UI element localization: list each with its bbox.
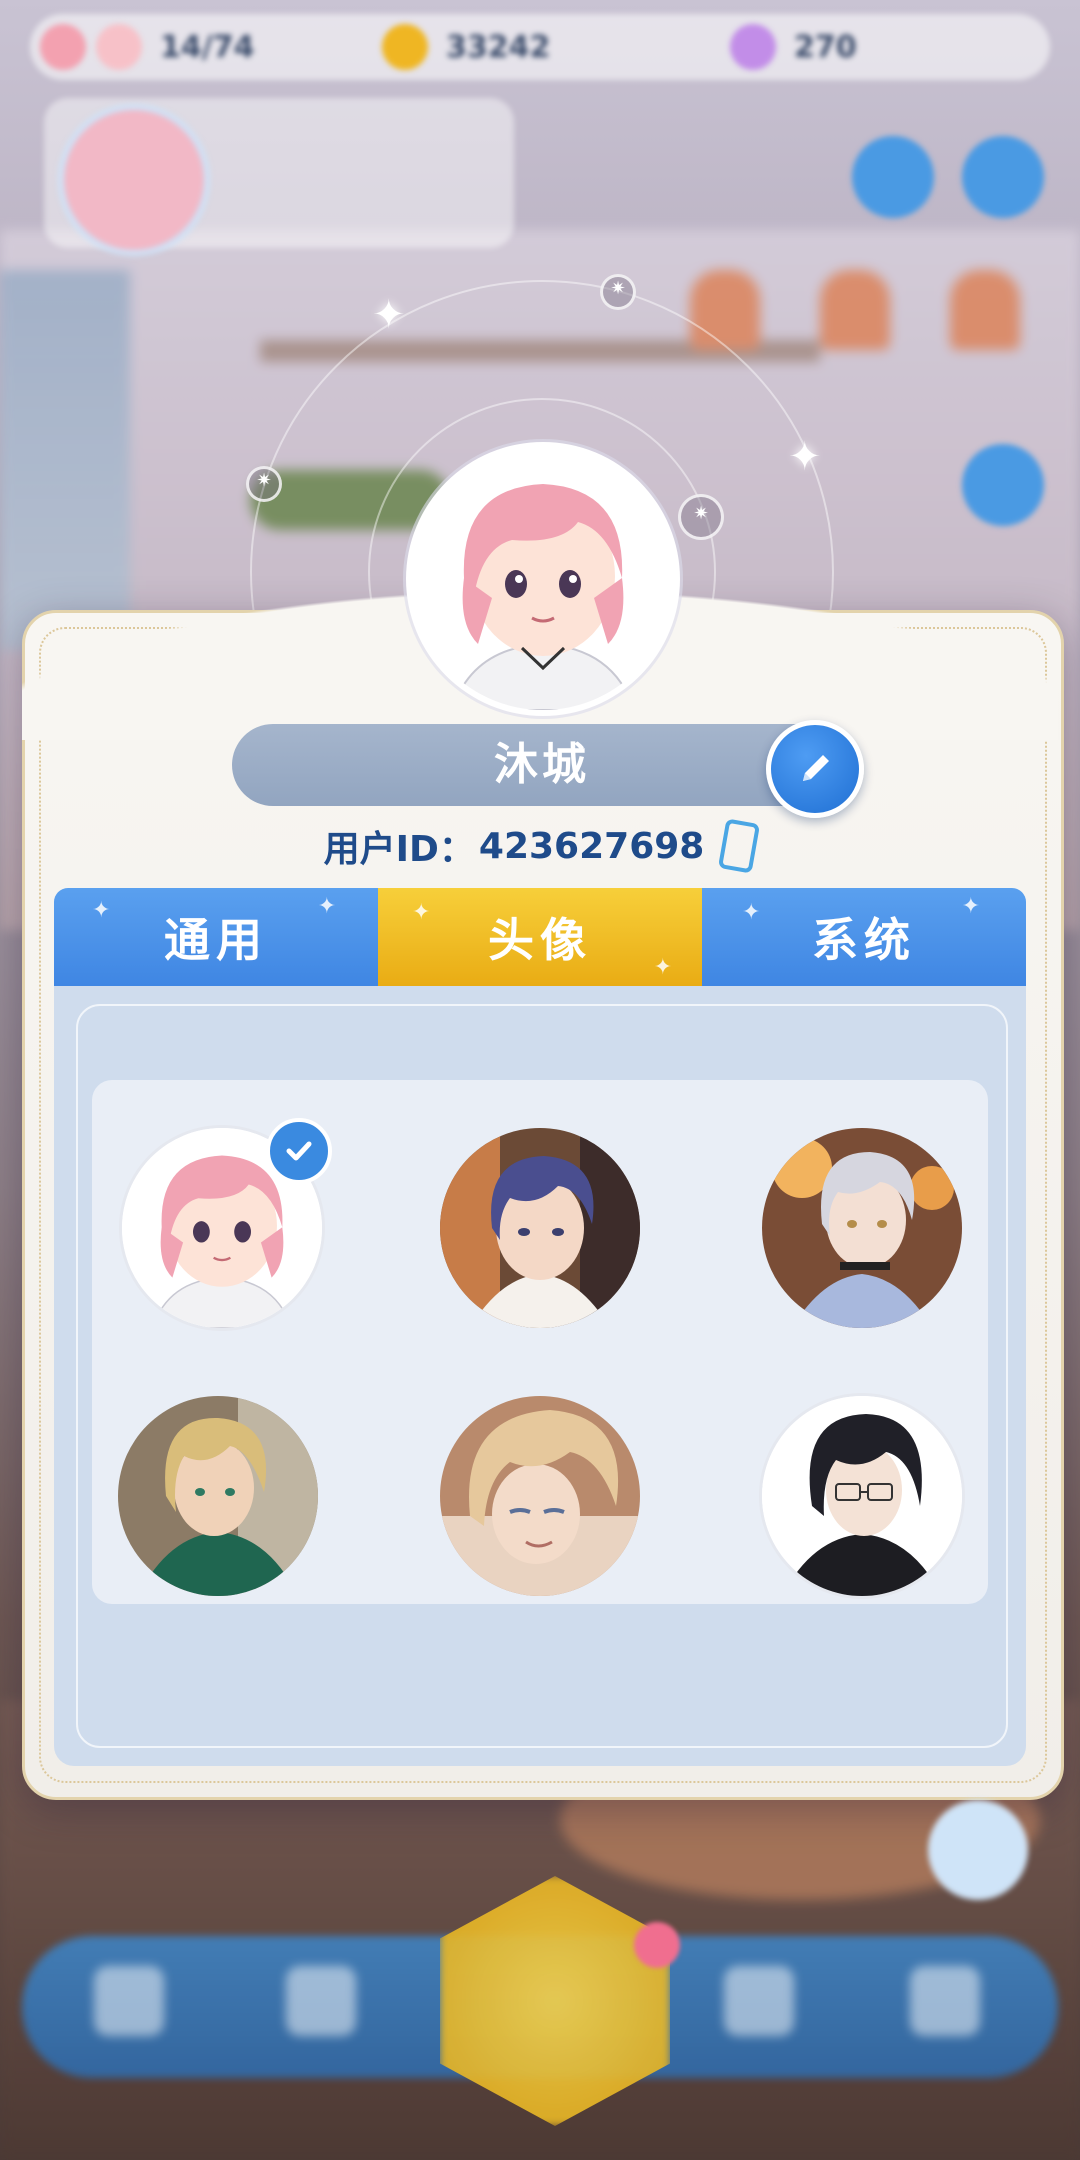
tab-star-icon: ✦ — [961, 894, 986, 919]
sparkle-ring-icon: ✷ — [600, 274, 636, 310]
tab-system-label: 系统 — [812, 913, 916, 967]
nav-shop-icon[interactable] — [910, 1966, 980, 2036]
user-id-value: 423627698 — [478, 825, 705, 867]
blonde-man-green-shirt-portrait — [118, 1396, 318, 1596]
pencil-icon — [803, 755, 829, 781]
stamina-value: 14/74 — [160, 29, 255, 65]
tab-general[interactable]: ✦ ✦ 通用 — [54, 888, 378, 986]
edit-name-button[interactable] — [766, 720, 864, 818]
heart-icon — [96, 24, 142, 70]
gift-icon[interactable] — [962, 136, 1044, 218]
avatar-option-silver-hair-man[interactable] — [762, 1128, 962, 1328]
avatar-option-blonde-man-smiling[interactable] — [440, 1396, 640, 1596]
nav-home-icon[interactable] — [94, 1966, 164, 2036]
copy-id-icon[interactable] — [718, 818, 761, 874]
username-text: 沐城 — [494, 739, 590, 790]
current-avatar[interactable] — [406, 442, 680, 716]
tab-star-icon: ✦ — [412, 900, 437, 925]
gem-value: 270 — [794, 29, 857, 65]
tab-general-label: 通用 — [164, 913, 268, 967]
nav-wardrobe-icon[interactable] — [286, 1966, 356, 2036]
purple-hair-man-portrait — [440, 1128, 640, 1328]
notification-badge — [634, 1922, 680, 1968]
tab-avatar-label: 头像 — [488, 913, 592, 967]
side-action-icon[interactable] — [928, 1800, 1028, 1900]
silver-hair-man-portrait — [762, 1128, 962, 1328]
avatar-option-purple-hair-man[interactable] — [440, 1128, 640, 1328]
sparkle-icon: ✦ — [372, 292, 406, 338]
event-icon[interactable] — [962, 444, 1044, 526]
selected-check-icon — [266, 1118, 332, 1184]
flower-pot — [950, 270, 1020, 350]
tab-star-icon: ✦ — [92, 898, 117, 923]
stamina-icon — [40, 24, 86, 70]
coin-counter[interactable]: 33242 — [382, 22, 550, 72]
black-hair-glasses-man-portrait — [762, 1396, 962, 1596]
avatar-option-blonde-man-green-shirt[interactable] — [118, 1396, 318, 1596]
blonde-man-smiling-portrait — [440, 1396, 640, 1596]
nav-friends-icon[interactable] — [724, 1966, 794, 2036]
pink-hair-girl-portrait — [412, 448, 674, 710]
tab-avatar[interactable]: ✦ ✦ 头像 — [378, 888, 702, 986]
coin-value: 33242 — [446, 29, 551, 65]
sparkle-ring-icon: ✷ — [246, 466, 282, 502]
gem-counter[interactable]: 270 — [730, 22, 857, 72]
profile-tabs: ✦ ✦ 通用 ✦ ✦ 头像 ✦ ✦ 系统 — [54, 888, 1026, 986]
mail-icon[interactable] — [852, 136, 934, 218]
tab-star-icon: ✦ — [317, 894, 342, 919]
user-id-label: 用户ID： — [323, 829, 475, 870]
stamina-counter[interactable]: 14/74 — [40, 22, 254, 72]
sparkle-icon: ✦ — [788, 434, 822, 480]
tab-system[interactable]: ✦ ✦ 系统 — [702, 888, 1026, 986]
player-avatar-thumb[interactable] — [58, 104, 210, 256]
tab-star-icon: ✦ — [653, 955, 678, 980]
user-id-row: 用户ID： 423627698 — [0, 818, 1080, 874]
avatar-option-black-hair-glasses-man[interactable] — [762, 1396, 962, 1596]
sparkle-ring-icon: ✷ — [678, 494, 724, 540]
coin-icon — [382, 24, 428, 70]
flower-pot — [820, 270, 890, 350]
tab-star-icon: ✦ — [742, 900, 767, 925]
gem-icon — [730, 24, 776, 70]
